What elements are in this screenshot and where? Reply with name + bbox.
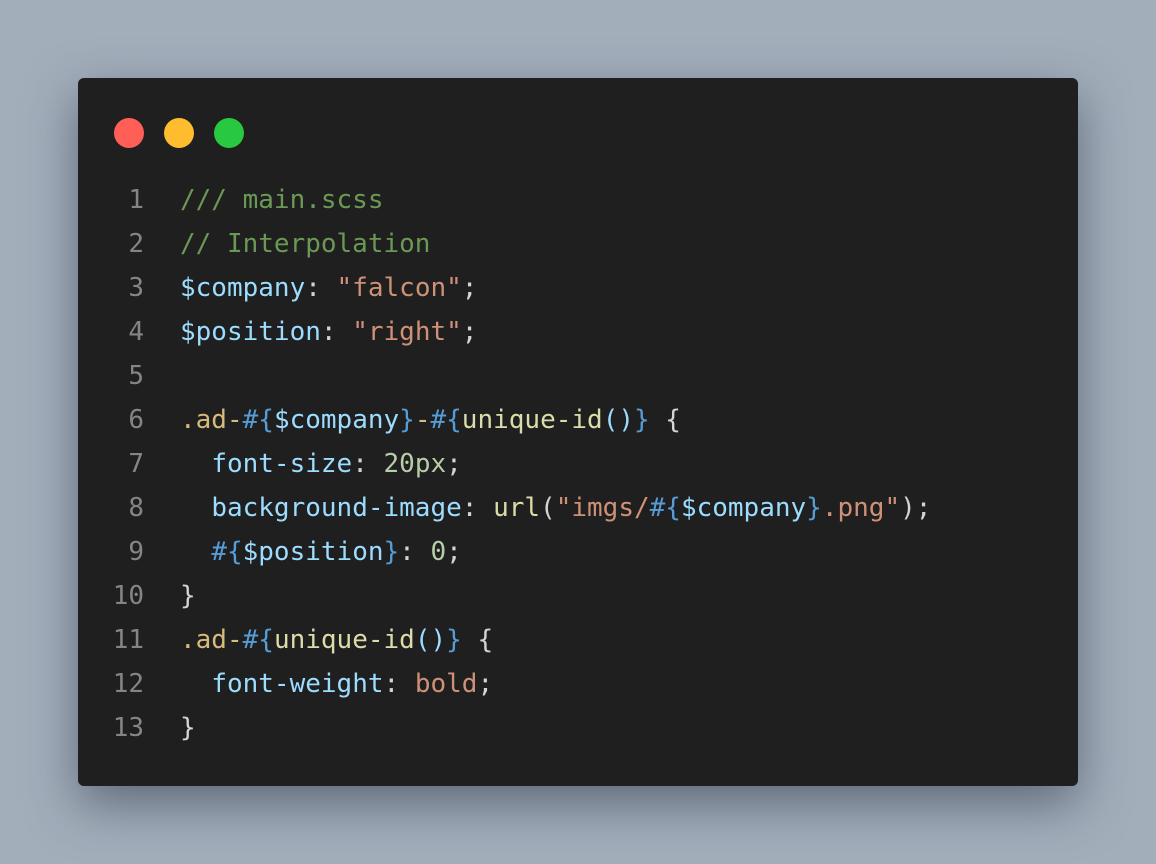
code-token: : <box>461 493 494 523</box>
code-token: { <box>461 625 494 655</box>
code-line: 11 .ad-#{unique-id()} { <box>78 618 1078 662</box>
line-code: } <box>180 574 196 618</box>
line-code: /// main.scss <box>180 178 384 222</box>
code-token: } <box>180 581 196 611</box>
line-code: background-image: url("imgs/#{$company}.… <box>180 486 931 530</box>
minimize-window-dot-icon[interactable] <box>164 118 194 148</box>
code-line: 9 #{$position}: 0; <box>78 530 1078 574</box>
code-token: } <box>383 537 400 567</box>
code-token: #{ <box>242 625 274 655</box>
code-token: .ad- <box>180 625 243 655</box>
line-code: .ad-#{unique-id()} { <box>180 618 493 662</box>
line-number: 13 <box>112 713 144 743</box>
code-token: - <box>414 405 431 435</box>
code-token: ); <box>900 493 932 523</box>
code-token: .ad- <box>180 405 243 435</box>
code-line: 13} <box>78 706 1078 750</box>
line-code: $company: "falcon"; <box>180 266 477 310</box>
code-token: .png" <box>821 493 901 523</box>
code-token: : <box>320 317 353 347</box>
code-token: } <box>399 405 415 435</box>
line-number: 7 <box>128 449 144 479</box>
line-number: 4 <box>128 317 144 347</box>
line-code: font-size: 20px; <box>180 442 462 486</box>
code-token: : <box>352 449 384 479</box>
line-number: 9 <box>128 537 144 567</box>
code-line: 5 <box>78 354 1078 398</box>
maximize-window-dot-icon[interactable] <box>214 118 244 148</box>
code-token: bold <box>414 669 478 699</box>
line-number: 12 <box>112 669 144 699</box>
line-code: } <box>180 706 196 750</box>
code-token: font-size <box>211 449 353 479</box>
code-token: : <box>383 669 415 699</box>
code-token: $company <box>273 405 400 435</box>
code-token: "falcon" <box>336 273 462 303</box>
line-code: .ad-#{$company}-#{unique-id()} { <box>180 398 681 442</box>
code-window: 1 /// main.scss 2 // Interpolation 3 $company… <box>78 78 1078 786</box>
code-token: url <box>493 493 541 523</box>
line-number: 1 <box>128 185 144 215</box>
code-line: 12 font-weight: bold; <box>78 662 1078 706</box>
line-number: 10 <box>112 581 144 611</box>
code-token: : <box>305 273 337 303</box>
code-token: unique-id <box>273 625 415 655</box>
code-token: #{ <box>211 537 243 567</box>
code-line: 3 $company: "falcon"; <box>78 266 1078 310</box>
code-token: // Interpolation <box>180 229 431 259</box>
code-token: ; <box>446 449 462 479</box>
code-line: 2 // Interpolation <box>78 222 1078 266</box>
code-line: 8 background-image: url("imgs/#{$company… <box>78 486 1078 530</box>
code-token: { <box>649 405 681 435</box>
code-line: 6 .ad-#{$company}-#{unique-id()} { <box>78 398 1078 442</box>
code-token: #{ <box>649 493 681 523</box>
line-number: 6 <box>128 405 144 435</box>
line-number: 2 <box>128 229 144 259</box>
code-line: 7 font-size: 20px; <box>78 442 1078 486</box>
code-token: /// main.scss <box>180 185 384 215</box>
code-token: ( <box>540 493 556 523</box>
line-number: 11 <box>112 625 144 655</box>
code-token: () <box>414 625 447 655</box>
code-token: unique-id <box>461 405 603 435</box>
code-token: "imgs/ <box>555 493 650 523</box>
code-token: $position <box>180 317 321 347</box>
close-window-dot-icon[interactable] <box>114 118 144 148</box>
code-token: background-image <box>211 493 462 523</box>
line-number: 3 <box>128 273 144 303</box>
line-code: font-weight: bold; <box>180 662 493 706</box>
code-token: font-weight <box>211 669 384 699</box>
code-token: } <box>446 625 462 655</box>
code-token: ; <box>461 317 478 347</box>
code-token: } <box>806 493 822 523</box>
code-token: ; <box>446 537 462 567</box>
line-code: // Interpolation <box>180 222 430 266</box>
code-token: #{ <box>430 405 462 435</box>
line-number: 8 <box>128 493 144 523</box>
code-token: #{ <box>242 405 274 435</box>
code-token: 20px <box>383 449 447 479</box>
code-token: } <box>634 405 650 435</box>
code-token: $company <box>180 273 306 303</box>
code-token: "right" <box>352 317 462 347</box>
code-token: ; <box>461 273 478 303</box>
line-number: 5 <box>128 361 144 391</box>
code-block: 1 /// main.scss 2 // Interpolation 3 $company… <box>78 178 1078 750</box>
code-line: 10} <box>78 574 1078 618</box>
code-token: : <box>399 537 431 567</box>
code-token: 0 <box>430 537 447 567</box>
code-line: 4 $position: "right"; <box>78 310 1078 354</box>
code-token: } <box>180 713 196 743</box>
code-line: 1 /// main.scss <box>78 178 1078 222</box>
code-token: ; <box>477 669 494 699</box>
code-token: $position <box>242 537 384 567</box>
line-code: #{$position}: 0; <box>180 530 462 574</box>
line-code: $position: "right"; <box>180 310 477 354</box>
code-token: () <box>602 405 634 435</box>
code-token: $company <box>680 493 807 523</box>
